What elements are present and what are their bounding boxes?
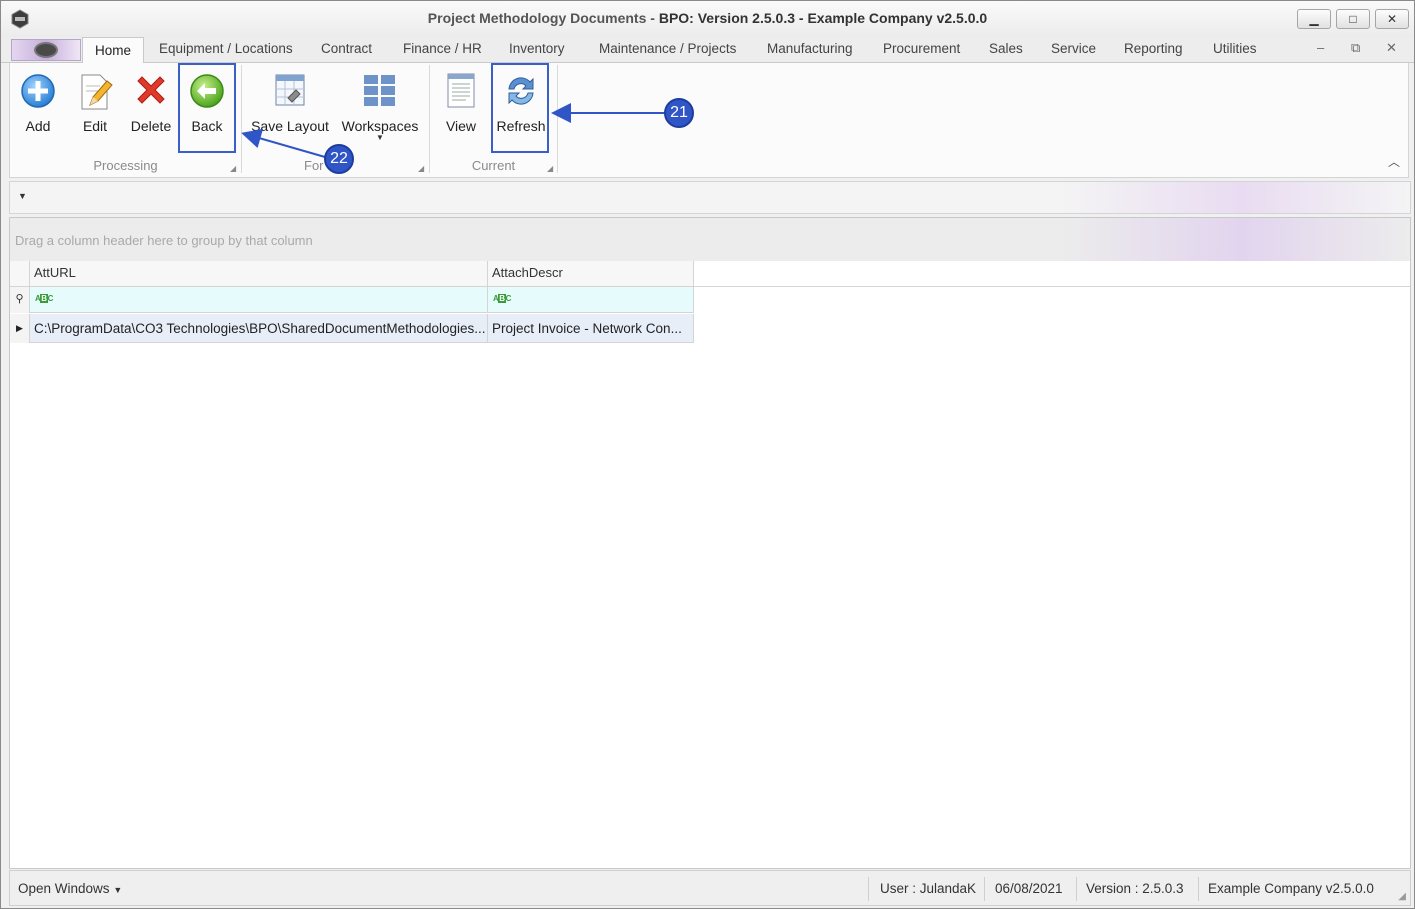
filter-cell-attachdescr[interactable]: ABC bbox=[488, 287, 694, 313]
dropdown-arrow-icon: ▼ bbox=[113, 885, 123, 895]
status-date: 06/08/2021 bbox=[995, 881, 1063, 896]
application-window: Project Methodology Documents - BPO: Ver… bbox=[0, 0, 1415, 909]
status-company: Example Company v2.5.0.0 bbox=[1208, 881, 1374, 896]
status-bar: Open Windows ▼ User : JulandaK 06/08/202… bbox=[9, 870, 1411, 906]
filter-cell-atturl[interactable]: ABC bbox=[30, 287, 488, 313]
cell-attachdescr[interactable]: Project Invoice - Network Con... bbox=[488, 314, 694, 343]
column-header-attachdescr[interactable]: AttachDescr bbox=[488, 261, 694, 287]
filter-dropdown-icon[interactable]: ▼ bbox=[18, 191, 27, 201]
callout-22: 22 bbox=[324, 144, 354, 174]
auto-filter-row: ⚲ ABC ABC bbox=[10, 287, 694, 313]
status-version: Version : 2.5.0.3 bbox=[1086, 881, 1184, 896]
filter-row-pin-icon: ⚲ bbox=[10, 287, 30, 313]
cell-atturl[interactable]: C:\ProgramData\CO3 Technologies\BPO\Shar… bbox=[30, 314, 488, 343]
documents-grid: Drag a column header here to group by th… bbox=[9, 217, 1411, 869]
text-filter-icon: ABC bbox=[493, 294, 511, 303]
open-windows-dropdown[interactable]: Open Windows ▼ bbox=[18, 881, 122, 896]
column-header-row: AttURL AttachDescr bbox=[10, 261, 694, 287]
header-indicator-cell bbox=[10, 261, 30, 287]
group-by-panel[interactable]: Drag a column header here to group by th… bbox=[10, 218, 1410, 261]
filter-strip: ▼ bbox=[9, 181, 1411, 214]
resize-grip-icon[interactable]: ◢ bbox=[1398, 891, 1406, 902]
status-separator bbox=[868, 877, 869, 901]
callout-21: 21 bbox=[664, 98, 694, 128]
table-row[interactable]: ▶ C:\ProgramData\CO3 Technologies\BPO\Sh… bbox=[10, 314, 694, 343]
status-user: User : JulandaK bbox=[880, 881, 977, 896]
status-separator bbox=[1076, 877, 1077, 901]
text-filter-icon: ABC bbox=[35, 294, 53, 303]
row-focus-indicator-icon: ▶ bbox=[10, 314, 30, 343]
header-empty-area bbox=[694, 261, 1410, 287]
arrow-22 bbox=[241, 128, 326, 158]
column-header-atturl[interactable]: AttURL bbox=[30, 261, 488, 287]
status-separator bbox=[1198, 877, 1199, 901]
status-separator bbox=[984, 877, 985, 901]
